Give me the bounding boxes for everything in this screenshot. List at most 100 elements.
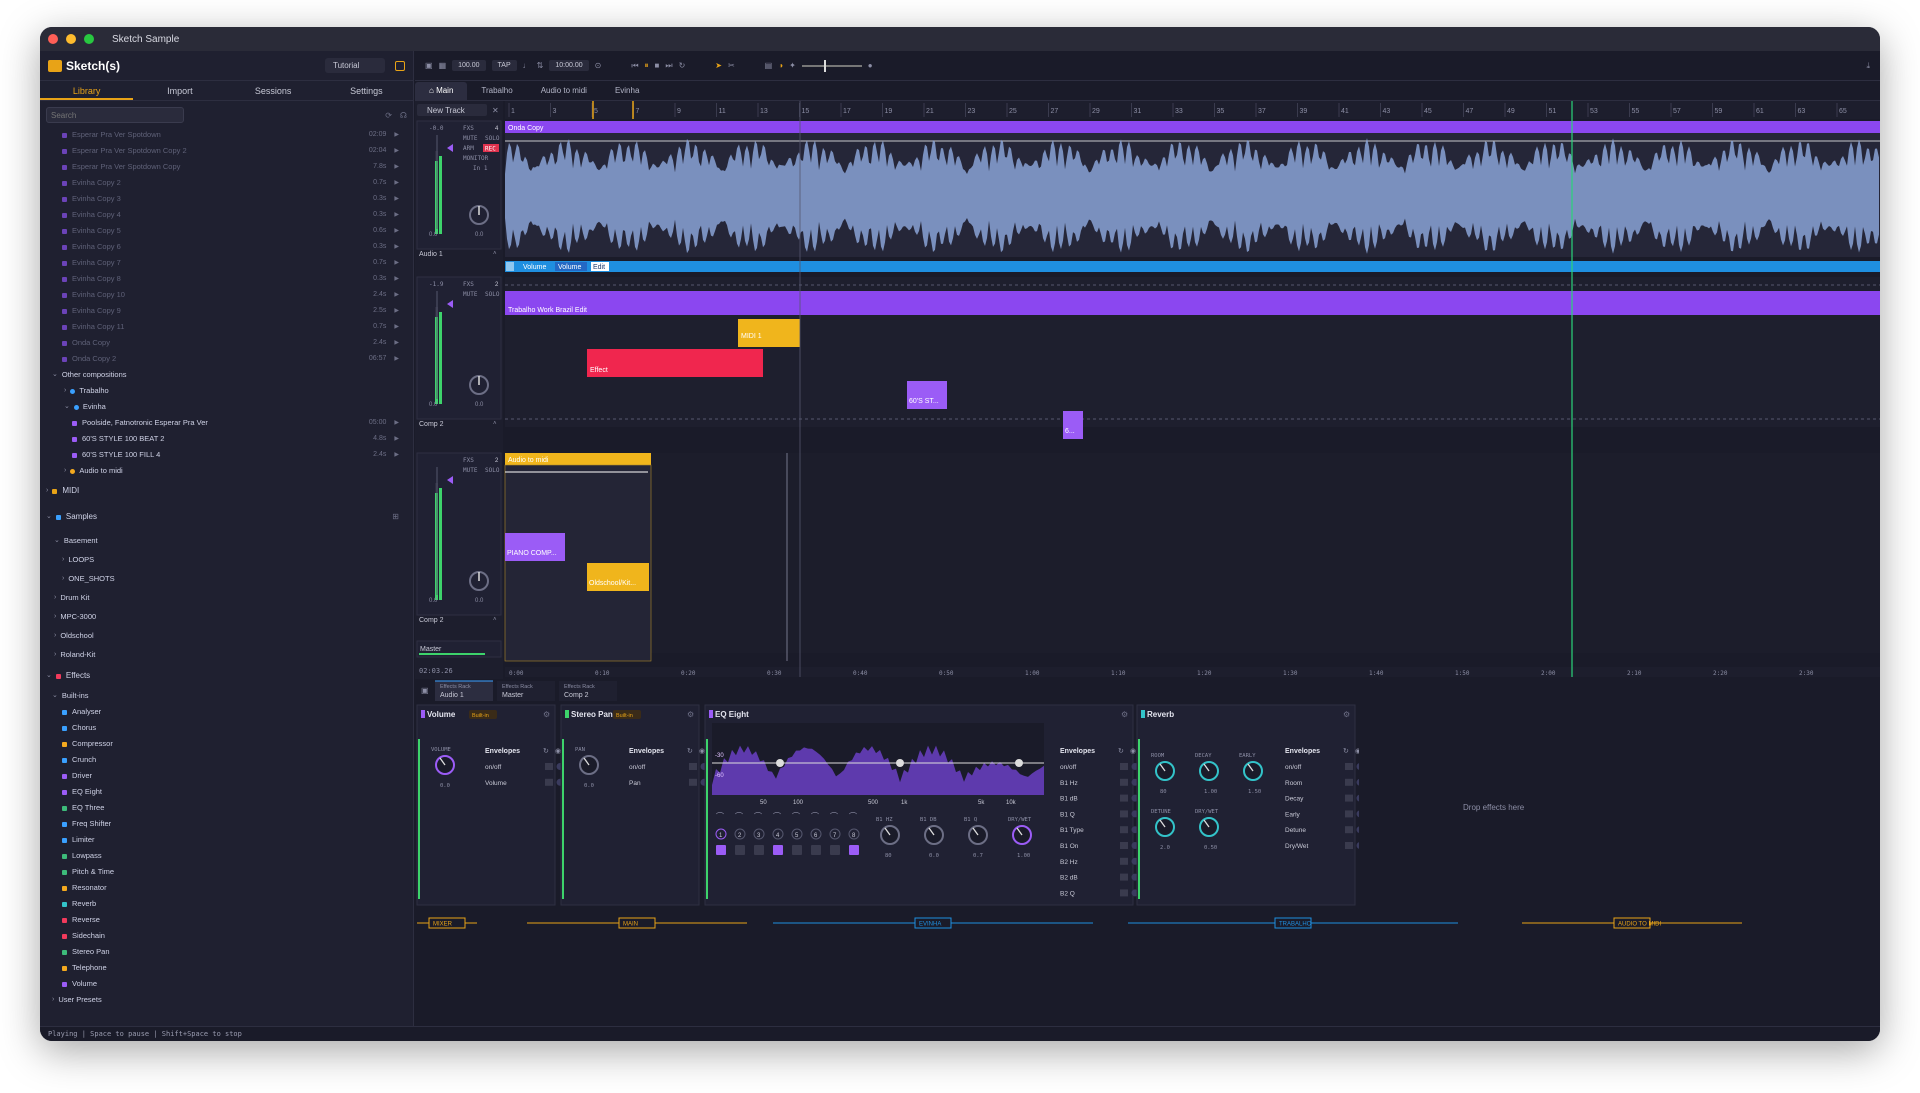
composition-trabalho[interactable]: › Trabalho xyxy=(40,383,413,399)
envelope-item[interactable]: Early xyxy=(1285,811,1301,818)
tab-audio-to-midi[interactable]: Audio to midi xyxy=(527,82,601,100)
library-item[interactable]: Evinha Copy 3 0.3s ▶ xyxy=(40,191,413,207)
close-icon[interactable]: ✕ xyxy=(492,106,499,115)
envelope-toggle[interactable] xyxy=(545,778,553,786)
save-icon[interactable] xyxy=(395,60,405,71)
tab-settings[interactable]: Settings xyxy=(320,81,413,100)
play-icon[interactable]: ▶ xyxy=(394,271,399,287)
filter-shape-icon[interactable]: ⌒ xyxy=(849,812,857,821)
maximize-window-button[interactable] xyxy=(84,34,94,44)
effect-item[interactable]: Telephone xyxy=(40,960,413,976)
band-enable-checkbox[interactable] xyxy=(830,845,840,855)
play-icon[interactable]: ▶ xyxy=(394,255,399,271)
band-enable-checkbox[interactable] xyxy=(754,845,764,855)
library-item[interactable]: Evinha Copy 5 0.6s ▶ xyxy=(40,223,413,239)
library-item[interactable]: Evinha Copy 4 0.3s ▶ xyxy=(40,207,413,223)
gear-icon[interactable]: ⚙ xyxy=(1343,710,1350,719)
envelope-toggle[interactable] xyxy=(1120,810,1128,818)
folder-builtins[interactable]: ⌄ Built-ins xyxy=(40,688,413,704)
effect-item[interactable]: Stereo Pan xyxy=(40,944,413,960)
library-item[interactable]: Evinha Copy 8 0.3s ▶ xyxy=(40,271,413,287)
library-item[interactable]: Evinha Copy 2 0.7s ▶ xyxy=(40,175,413,191)
drop-zone[interactable] xyxy=(1359,705,1879,905)
pause-icon[interactable]: ⏸ xyxy=(645,61,649,71)
time-field[interactable]: 10:00.00 xyxy=(549,60,589,71)
tab-main[interactable]: ⌂ Main xyxy=(415,82,468,100)
mute-button[interactable]: MUTE xyxy=(463,135,478,142)
envelope-item[interactable]: Decay xyxy=(1285,796,1304,803)
library-item[interactable]: Onda Copy 2 06:57 ▶ xyxy=(40,351,413,367)
fxs-button[interactable]: FXS xyxy=(463,281,474,288)
effect-item[interactable]: Freq Shifter xyxy=(40,816,413,832)
solo-button[interactable]: SOLO xyxy=(485,467,500,474)
tap-button[interactable]: TAP xyxy=(491,60,517,71)
envelope-toggle[interactable] xyxy=(1345,842,1353,849)
chevron-up-icon[interactable]: ˄ xyxy=(493,251,497,257)
chevron-up-icon[interactable]: ˄ xyxy=(493,617,497,623)
envelope-item[interactable]: Room xyxy=(1285,780,1302,787)
library-item[interactable]: Evinha Copy 7 0.7s ▶ xyxy=(40,255,413,271)
effect-item[interactable]: Resonator xyxy=(40,880,413,896)
effect-item[interactable]: Volume xyxy=(40,976,413,992)
tab-sessions[interactable]: Sessions xyxy=(227,81,320,100)
skip-back-icon[interactable]: ⏮ xyxy=(631,61,638,71)
reset-icon[interactable]: ↻ xyxy=(1118,748,1124,755)
band-enable-checkbox[interactable] xyxy=(773,845,783,855)
sample-folder[interactable]: › LOOPS xyxy=(40,550,413,569)
magnet-icon[interactable]: ◑ xyxy=(778,61,783,70)
envelope-item[interactable]: B1 Type xyxy=(1060,827,1084,834)
tab-evinha[interactable]: Evinha xyxy=(601,82,653,100)
reset-icon[interactable]: ↻ xyxy=(1343,748,1349,755)
envelope-toggle[interactable] xyxy=(545,763,553,770)
composition-audio-to-midi[interactable]: › Audio to midi xyxy=(40,463,413,479)
play-icon[interactable]: ▶ xyxy=(394,415,399,431)
effect-item[interactable]: Crunch xyxy=(40,752,413,768)
fxs-button[interactable]: FXS xyxy=(463,457,474,464)
envelope-item[interactable]: B1 On xyxy=(1060,843,1079,850)
play-icon[interactable]: ▶ xyxy=(394,287,399,303)
envelope-item[interactable]: Volume xyxy=(485,780,507,787)
filter-shape-icon[interactable]: ⌒ xyxy=(792,812,800,821)
automation-lane[interactable] xyxy=(505,261,1880,272)
reset-icon[interactable]: ↻ xyxy=(687,748,693,755)
tab-trabalho[interactable]: Trabalho xyxy=(467,82,526,100)
headphones-icon[interactable]: ☊ xyxy=(400,111,407,120)
sample-folder[interactable]: ⌄ Basement xyxy=(40,531,413,550)
library-item[interactable]: Evinha Copy 6 0.3s ▶ xyxy=(40,239,413,255)
filter-shape-icon[interactable]: ⌒ xyxy=(830,812,838,821)
loop-icon[interactable]: ↻ xyxy=(679,61,686,70)
play-icon[interactable]: ▶ xyxy=(394,303,399,319)
tab-library[interactable]: Library xyxy=(40,81,134,100)
automation-toggle[interactable] xyxy=(506,262,514,271)
envelope-item[interactable]: on/off xyxy=(629,764,645,771)
effect-item[interactable]: Driver xyxy=(40,768,413,784)
library-item[interactable]: Poolside, Fatnotronic Esperar Pra Ver 05:… xyxy=(40,415,413,431)
effect-item[interactable]: Analyser xyxy=(40,704,413,720)
search-input[interactable] xyxy=(46,107,184,123)
envelope-item[interactable]: B1 Q xyxy=(1060,811,1075,818)
band-enable-checkbox[interactable] xyxy=(716,845,726,855)
envelope-toggle[interactable] xyxy=(1345,810,1353,818)
band-enable-checkbox[interactable] xyxy=(811,845,821,855)
sidebar-toggle-icon[interactable]: ▣ xyxy=(425,61,433,70)
folder-other-compositions[interactable]: ⌄ Other compositions xyxy=(40,367,413,383)
envelope-toggle[interactable] xyxy=(1345,778,1353,786)
solo-button[interactable]: SOLO xyxy=(485,291,500,298)
library-item[interactable]: 60'S STYLE 100 FILL 4 2.4s ▶ xyxy=(40,447,413,463)
envelope-item[interactable]: on/off xyxy=(1060,764,1076,771)
envelope-toggle[interactable] xyxy=(1345,826,1353,834)
tab-import[interactable]: Import xyxy=(133,81,226,100)
envelope-item[interactable]: B1 dB xyxy=(1060,796,1078,803)
scissors-icon[interactable]: ✂ xyxy=(728,61,735,70)
library-item[interactable]: Onda Copy 2.4s ▶ xyxy=(40,335,413,351)
play-icon[interactable]: ▶ xyxy=(394,191,399,207)
band-enable-checkbox[interactable] xyxy=(735,845,745,855)
zoom-slider[interactable] xyxy=(801,59,862,72)
play-icon[interactable]: ▶ xyxy=(394,127,399,143)
effect-item[interactable]: Reverse xyxy=(40,912,413,928)
clip-trabalho[interactable] xyxy=(505,291,1880,315)
close-window-button[interactable] xyxy=(48,34,58,44)
library-item[interactable]: Evinha Copy 9 2.5s ▶ xyxy=(40,303,413,319)
envelope-toggle[interactable] xyxy=(689,763,697,770)
envelope-item[interactable]: on/off xyxy=(1285,764,1301,771)
